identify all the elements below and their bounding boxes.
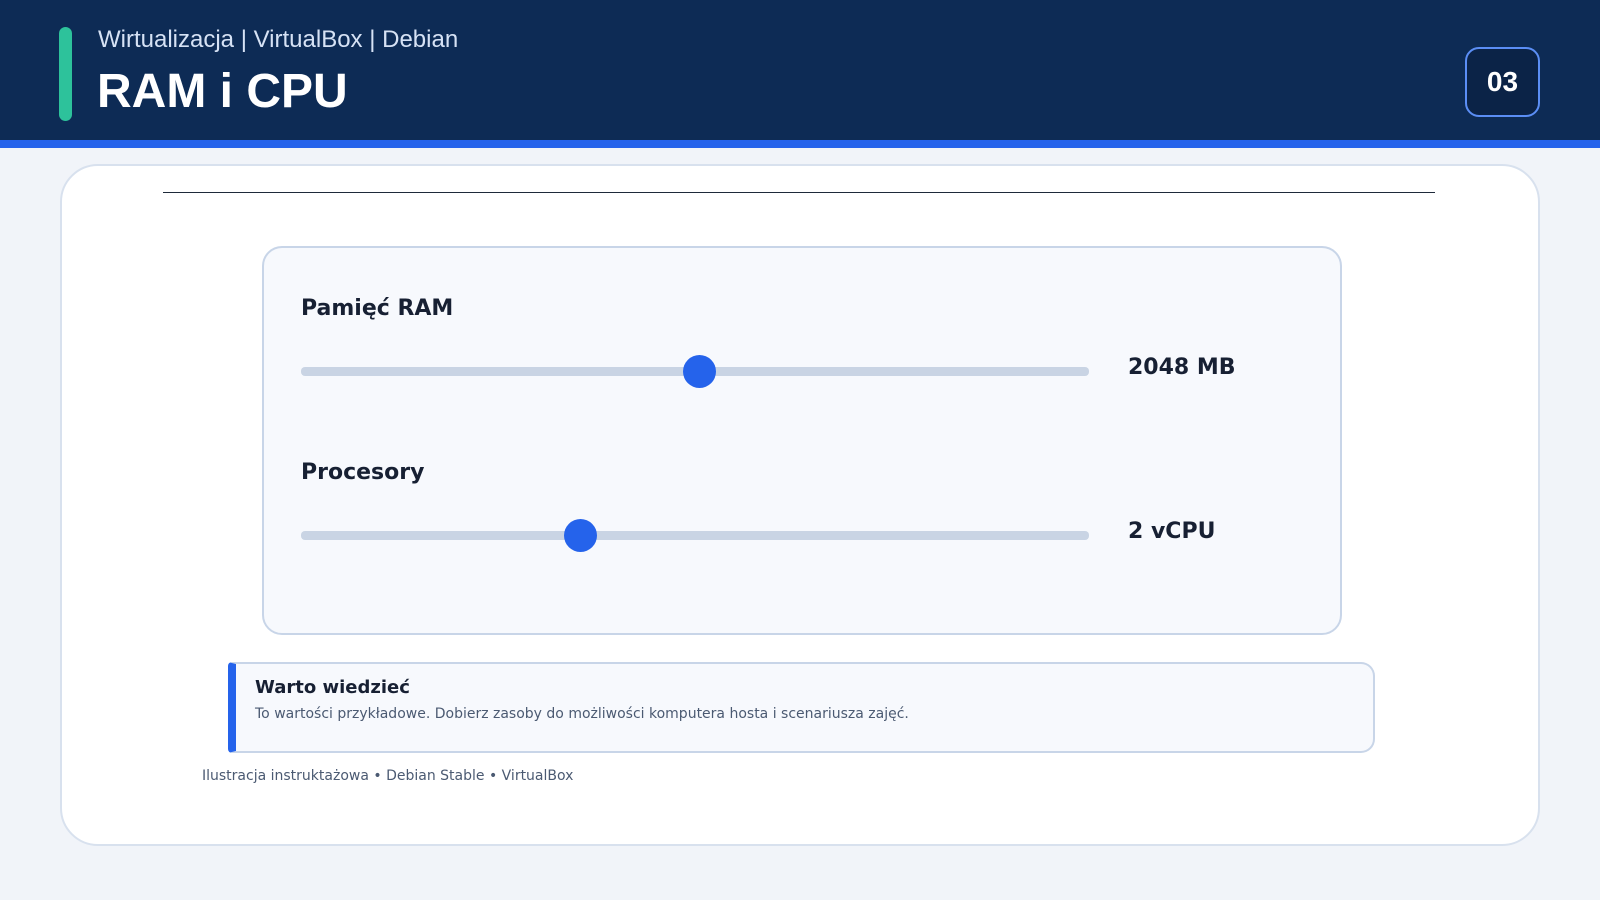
ram-label: Pamięć RAM (301, 296, 454, 321)
info-title: Warto wiedzieć (255, 677, 410, 698)
header-subtitle: Wirtualizacja | VirtualBox | Debian (98, 26, 459, 53)
cpu-label: Procesory (301, 460, 425, 485)
info-text: To wartości przykładowe. Dobierz zasoby … (255, 706, 909, 722)
footnote: Ilustracja instruktażowa • Debian Stable… (202, 768, 574, 784)
settings-panel: Pamięć RAM 2048 MB Procesory 2 vCPU (262, 246, 1342, 635)
ram-value: 2048 MB (1128, 355, 1236, 380)
page-title: RAM i CPU (97, 65, 348, 118)
content-card: Pamięć RAM 2048 MB Procesory 2 vCPU Wart… (60, 164, 1540, 846)
slide-header: Wirtualizacja | VirtualBox | Debian RAM … (0, 0, 1600, 140)
divider (163, 192, 1435, 193)
ram-slider[interactable] (301, 355, 1089, 388)
slide-number-badge: 03 (1465, 47, 1540, 117)
header-accent-bar (59, 27, 72, 121)
header-stripe (0, 140, 1600, 148)
cpu-slider[interactable] (301, 519, 1089, 552)
ram-slider-thumb[interactable] (682, 355, 716, 388)
cpu-slider-thumb[interactable] (563, 519, 597, 552)
info-callout: Warto wiedzieć To wartości przykładowe. … (228, 662, 1375, 753)
cpu-value: 2 vCPU (1128, 519, 1216, 544)
